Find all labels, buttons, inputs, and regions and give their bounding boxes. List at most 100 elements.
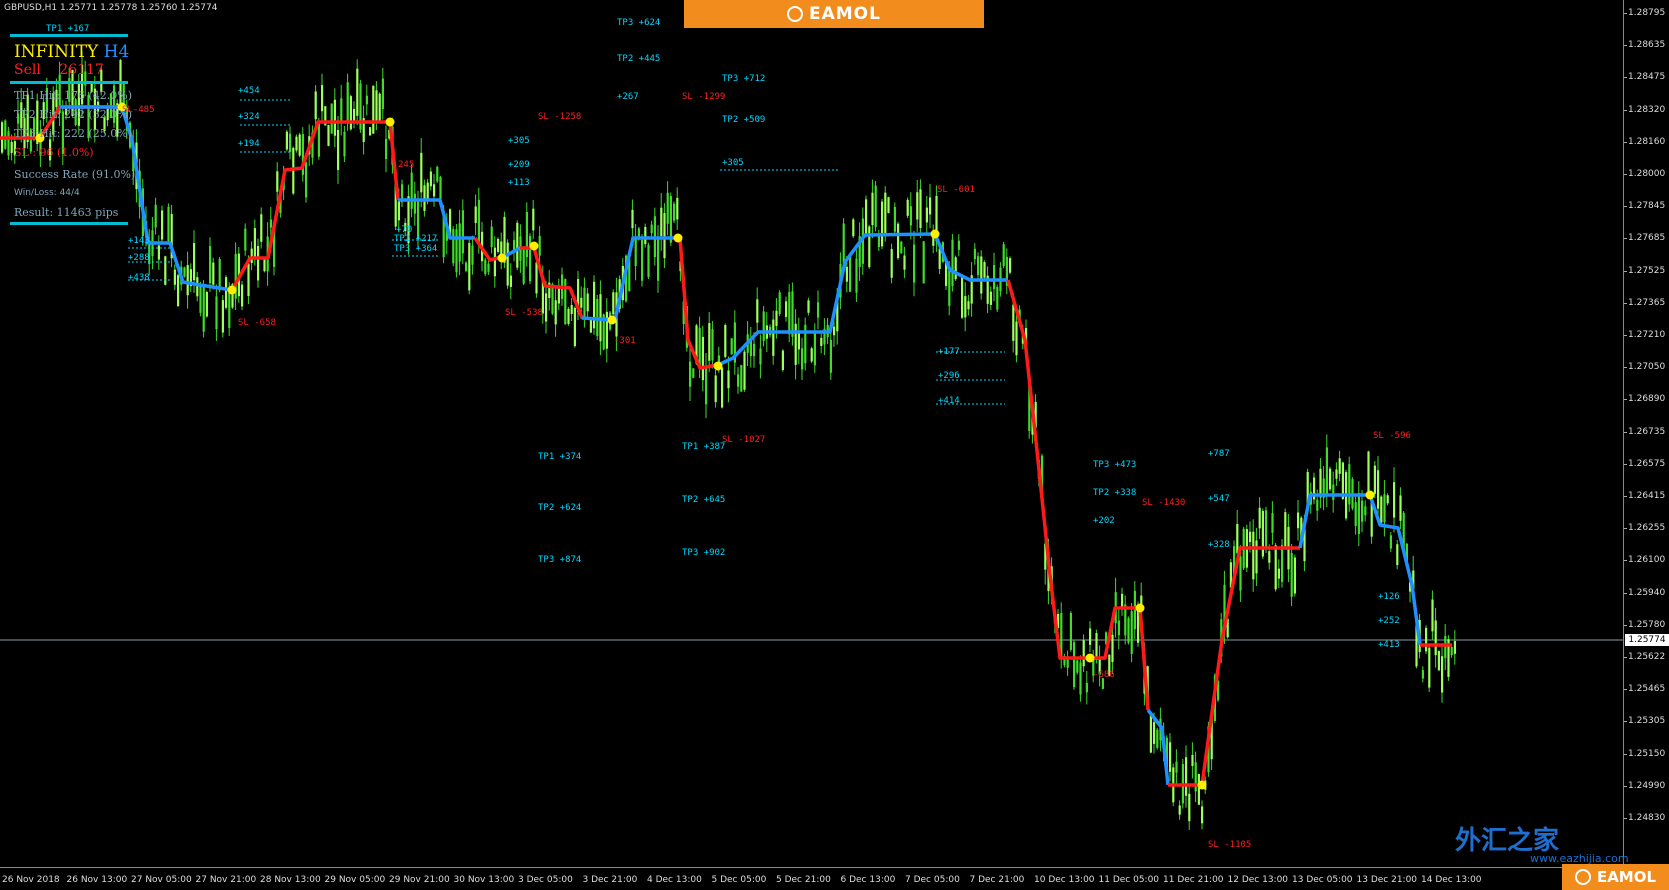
price-axis[interactable]: 1.28795 1.28635 1.28475 1.28320 1.28160 1.280… [1624, 0, 1669, 868]
price-label: 1.25305 [1628, 716, 1666, 727]
time-label: 13 Dec 21:00 [1356, 875, 1418, 885]
trade-label: SL -1258 [538, 112, 582, 122]
candle-body [538, 235, 541, 256]
candle-body [964, 296, 967, 318]
candle-body [1437, 650, 1440, 671]
candle-body [353, 109, 356, 121]
candle-body [1396, 544, 1399, 566]
candle-body [641, 239, 644, 281]
candle-body [993, 264, 996, 289]
candle-body [471, 245, 474, 265]
candle-body [285, 131, 288, 150]
candle-body [909, 206, 912, 226]
panel-divider-mid [10, 81, 128, 84]
candle-body [903, 255, 906, 270]
candle-body [1364, 506, 1367, 516]
candle-body [509, 275, 512, 287]
time-axis[interactable]: 26 Nov 2018 26 Nov 13:00 27 Nov 05:00 27 No… [0, 868, 1624, 890]
candle-body [385, 138, 388, 160]
candle-body [887, 197, 890, 213]
trade-label: +126 [1378, 592, 1400, 602]
candle-body [221, 300, 224, 333]
candle-body [193, 243, 196, 281]
candle-body [1332, 484, 1335, 500]
trade-label: SL-485 [122, 105, 155, 115]
candle-body [554, 300, 557, 325]
tp2-stat: TP2 Hit: 292 (32.0%) [14, 108, 132, 121]
candle-body [1441, 656, 1444, 693]
price-tick [1624, 270, 1627, 272]
candle-body [545, 293, 548, 322]
candle-body [989, 291, 992, 305]
trade-label: +787 [1208, 449, 1230, 459]
signal-label: Sell [14, 62, 41, 78]
price-label: 1.28795 [1628, 8, 1666, 18]
trade-label: +252 [1378, 616, 1400, 626]
signal-dot [1197, 780, 1207, 790]
indicator-timeframe: H4 [103, 42, 130, 62]
candle-body [634, 238, 637, 267]
candle-body [1271, 513, 1274, 533]
price-tick [1624, 463, 1627, 465]
time-label: 10 Dec 13:00 [1034, 875, 1095, 885]
time-label: 7 Dec 21:00 [969, 875, 1025, 885]
candle-body [724, 325, 727, 357]
candle-body [497, 238, 500, 252]
candle-body [1239, 556, 1242, 591]
trade-label: +328 [1208, 540, 1230, 550]
candle-body [644, 226, 647, 245]
price-label: 1.27525 [1628, 265, 1666, 276]
signal-dot [1365, 490, 1375, 500]
candle-body [1274, 545, 1277, 590]
price-label: 1.28320 [1628, 104, 1666, 115]
candle-body [289, 133, 292, 152]
candle-body [797, 332, 800, 350]
trade-label: TP3 +712 [722, 74, 766, 84]
candle-body [1453, 641, 1456, 654]
price-tick [1624, 560, 1627, 562]
trade-label: -686 [1093, 670, 1115, 680]
candle-body [10, 141, 13, 153]
candle-body [225, 277, 228, 308]
trade-label: SL -538 [505, 308, 543, 318]
candle-body [1450, 647, 1453, 656]
trade-label: TP2 +445 [617, 54, 661, 64]
candle-body [535, 262, 538, 294]
candle-body [967, 301, 970, 310]
time-label: 29 Nov 05:00 [324, 875, 386, 885]
trade-label: SL -596 [1373, 431, 1411, 441]
trade-label: +413 [1378, 640, 1400, 650]
candle-body [164, 256, 167, 285]
price-label: 1.27845 [1628, 201, 1666, 212]
price-label: 1.28000 [1628, 169, 1666, 179]
time-label: 26 Nov 13:00 [66, 875, 128, 885]
candle-body [1130, 611, 1133, 654]
candle-body [980, 256, 983, 294]
price-label: 1.26100 [1628, 555, 1666, 566]
candle-body [913, 244, 916, 283]
candle-body [1293, 557, 1296, 594]
candle-body [305, 162, 308, 198]
candle-body [1194, 762, 1197, 792]
candle-body [890, 249, 893, 278]
trade-label: TP1 +387 [682, 442, 726, 452]
price-label: 1.25780 [1628, 619, 1666, 630]
trade-label: +305 [508, 136, 530, 146]
candle-body [785, 301, 788, 317]
trade-label: SL -1027 [722, 435, 766, 445]
candle-body [929, 197, 932, 215]
candle-body [257, 245, 260, 281]
time-label: 5 Dec 05:00 [711, 875, 767, 885]
time-label: 26 Nov 2018 [2, 875, 60, 885]
trade-label: +296 [938, 371, 960, 381]
candle-body [1290, 553, 1293, 597]
time-label: 11 Dec 21:00 [1163, 875, 1224, 885]
candle-body [833, 326, 836, 336]
trade-label: SL -601 [937, 185, 975, 195]
candle-body [484, 259, 487, 275]
price-label: 1.27050 [1628, 362, 1666, 373]
candle-body [1127, 618, 1130, 643]
time-label: 7 Dec 05:00 [905, 875, 960, 885]
price-tick [1624, 592, 1627, 594]
candle-body [1421, 670, 1424, 679]
